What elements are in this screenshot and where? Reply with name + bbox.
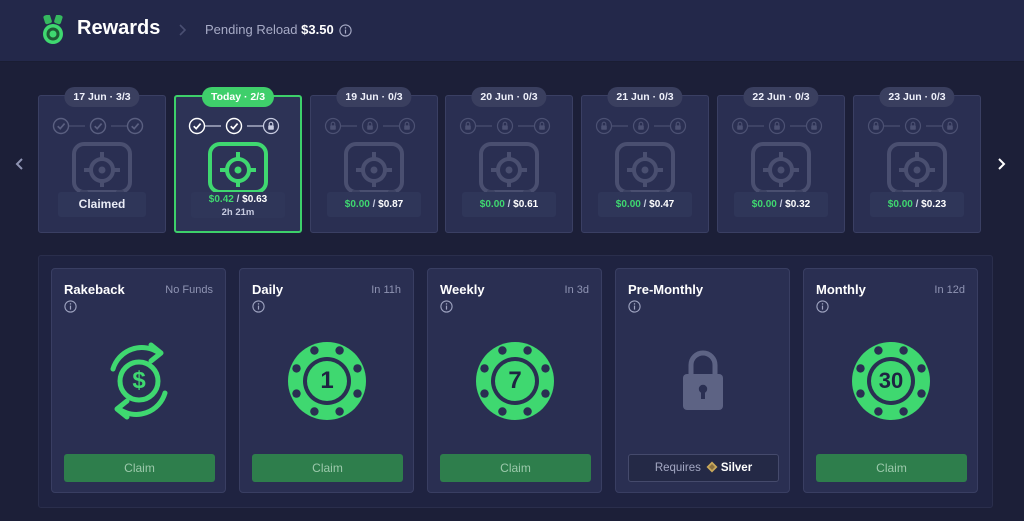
reward-title: Pre-Monthly xyxy=(628,282,704,297)
progress-steps xyxy=(595,117,687,135)
amount-current: $0.00 xyxy=(887,199,913,210)
reward-title: Monthly xyxy=(816,282,866,297)
progress-steps xyxy=(459,117,551,135)
claim-button[interactable]: Claim xyxy=(816,454,967,482)
amount-max: $0.63 xyxy=(242,194,268,205)
info-icon[interactable] xyxy=(64,300,77,313)
amount-separator: / xyxy=(779,199,783,210)
amount-max: $0.61 xyxy=(513,199,539,210)
chip-icon: 7 xyxy=(473,339,557,423)
countdown-timer: 2h 21m xyxy=(221,207,255,218)
reward-amount: $0.00 / $0.23 xyxy=(870,192,964,217)
medal-icon xyxy=(43,15,63,44)
progress-steps xyxy=(324,117,416,135)
reward-amount: $0.00 / $0.47 xyxy=(598,192,692,217)
amount-current: $0.42 xyxy=(208,194,234,205)
chip-value: 1 xyxy=(320,367,334,394)
reward-title: Weekly xyxy=(440,282,485,297)
amount-max: $0.32 xyxy=(785,199,811,210)
reward-amount: $0.00 / $0.87 xyxy=(327,192,421,217)
amount-separator: / xyxy=(915,199,919,210)
reward-amount: $0.00 / $0.32 xyxy=(734,192,828,217)
reward-card-monthly: Monthly In 12d 30 Claim xyxy=(803,268,978,493)
day-label: 19 Jun · 0/3 xyxy=(336,87,412,107)
progress-steps xyxy=(188,117,280,135)
rakeback-dollar-icon: $ xyxy=(97,339,181,423)
requires-tier-button[interactable]: Requires Silver xyxy=(628,454,779,482)
reward-status: In 3d xyxy=(564,284,589,296)
amount-current: $0.00 xyxy=(615,199,641,210)
amount-max: $0.47 xyxy=(649,199,675,210)
reward-card-pre-monthly: Pre-Monthly Requires Silver xyxy=(615,268,790,493)
info-icon[interactable] xyxy=(339,24,352,37)
amount-separator: / xyxy=(372,199,376,210)
amount-current: $0.00 xyxy=(344,199,370,210)
reward-card-rakeback: Rakeback No Funds $ Claim xyxy=(51,268,226,493)
lock-icon xyxy=(661,339,745,423)
info-icon[interactable] xyxy=(628,300,641,313)
claimed-status: Claimed xyxy=(58,192,146,217)
progress-steps xyxy=(731,117,823,135)
reward-amount: $0.42 / $0.63 2h 21m xyxy=(191,192,285,218)
amount-current: $0.00 xyxy=(479,199,505,210)
page-title: Rewards xyxy=(77,17,161,39)
breadcrumb-chevron-icon xyxy=(179,24,187,36)
claim-button[interactable]: Claim xyxy=(252,454,403,482)
day-label: 17 Jun · 3/3 xyxy=(64,87,140,107)
chip-icon: 30 xyxy=(849,339,933,423)
requires-label: Requires xyxy=(654,462,701,474)
amount-separator: / xyxy=(236,194,240,205)
day-label: 20 Jun · 0/3 xyxy=(471,87,547,107)
chip-value: 30 xyxy=(878,368,904,393)
chip-icon: 1 xyxy=(285,339,369,423)
pending-reload: Pending Reload $3.50 xyxy=(205,22,334,37)
reward-status: No Funds xyxy=(165,284,213,296)
day-label: 21 Jun · 0/3 xyxy=(607,87,683,107)
amount-max: $0.23 xyxy=(921,199,947,210)
dollar-symbol: $ xyxy=(132,367,146,394)
day-label: 23 Jun · 0/3 xyxy=(879,87,955,107)
reward-title: Rakeback xyxy=(64,282,125,297)
reward-status: In 12d xyxy=(934,284,965,296)
header-bar: Rewards Pending Reload $3.50 xyxy=(0,0,1024,62)
amount-separator: / xyxy=(507,199,511,210)
claim-button[interactable]: Claim xyxy=(440,454,591,482)
amount-current: $0.00 xyxy=(751,199,777,210)
reward-title: Daily xyxy=(252,282,284,297)
info-icon[interactable] xyxy=(252,300,265,313)
silver-tier-icon xyxy=(706,461,718,473)
amount-separator: / xyxy=(643,199,647,210)
progress-steps xyxy=(867,117,959,135)
reward-status: In 11h xyxy=(371,284,401,296)
info-icon[interactable] xyxy=(440,300,453,313)
next-arrow-icon[interactable] xyxy=(995,156,1007,172)
pending-reload-label: Pending Reload xyxy=(205,22,298,37)
progress-steps xyxy=(52,117,144,135)
day-label: 22 Jun · 0/3 xyxy=(743,87,819,107)
amount-max: $0.87 xyxy=(378,199,404,210)
prev-arrow-icon[interactable] xyxy=(14,156,26,172)
reward-card-daily: Daily In 11h 1 Claim xyxy=(239,268,414,493)
claim-button[interactable]: Claim xyxy=(64,454,215,482)
day-label: Today · 2/3 xyxy=(201,87,275,107)
reward-card-weekly: Weekly In 3d 7 Claim xyxy=(427,268,602,493)
reward-amount: $0.00 / $0.61 xyxy=(462,192,556,217)
requires-tier: Silver xyxy=(720,462,753,474)
info-icon[interactable] xyxy=(816,300,829,313)
pending-reload-value: $3.50 xyxy=(301,22,334,37)
chip-value: 7 xyxy=(508,367,522,394)
